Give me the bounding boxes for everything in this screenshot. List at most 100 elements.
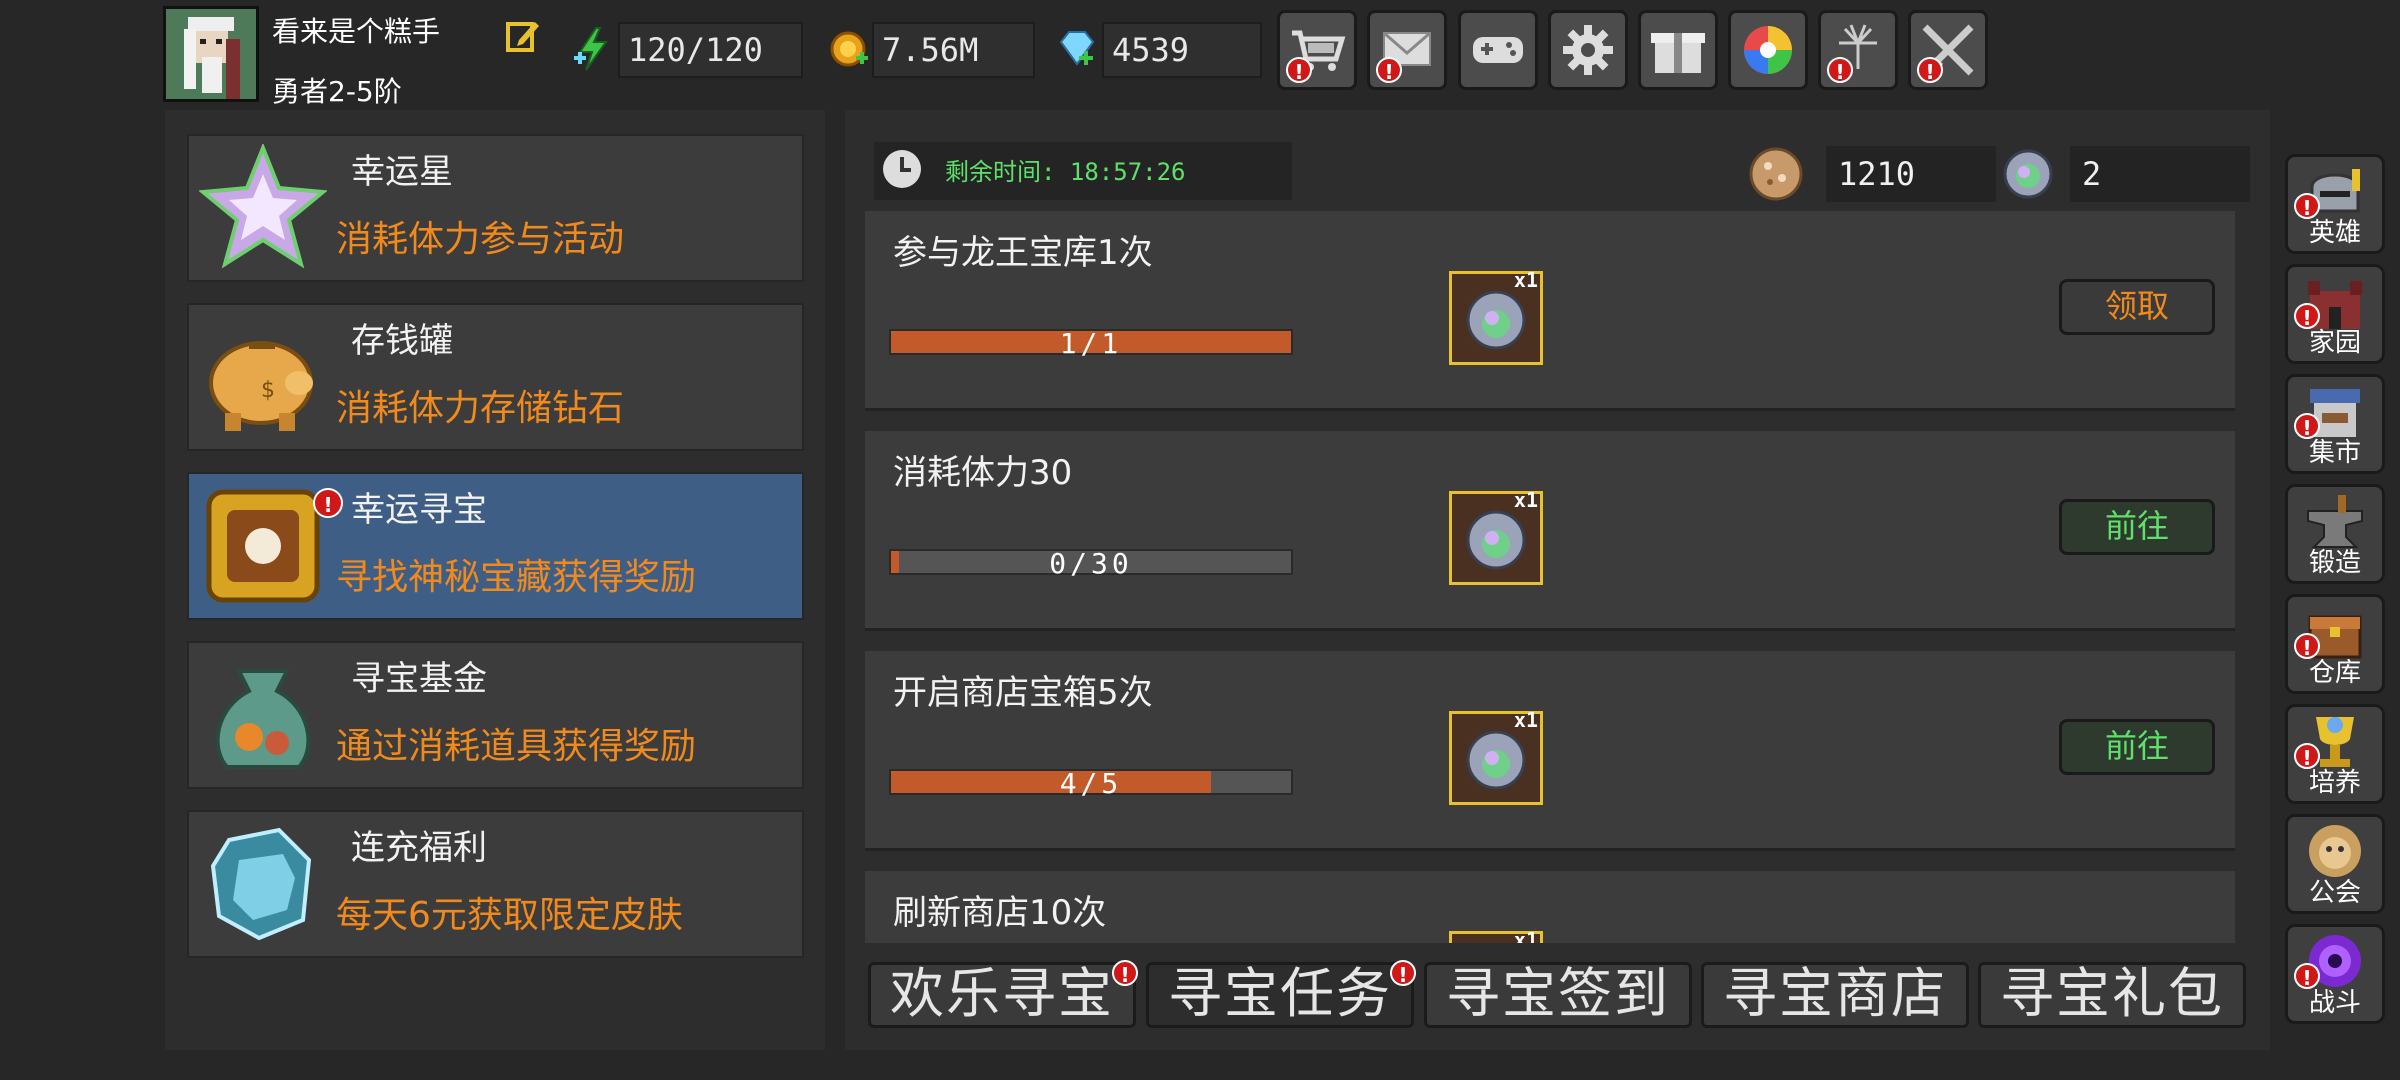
treasure-bag-icon bbox=[199, 651, 327, 779]
stamina-value: 120/120 bbox=[618, 22, 803, 78]
player-name: 看来是个糕手 bbox=[272, 15, 441, 48]
reward-count: x1 bbox=[1513, 708, 1538, 732]
tab-treasure-shop[interactable]: 寻宝商店 bbox=[1701, 962, 1969, 1028]
lottery-button[interactable] bbox=[1728, 10, 1808, 90]
event-title: 存钱罐 bbox=[351, 321, 453, 361]
progress-text: 0/30 bbox=[1049, 547, 1133, 580]
go-button[interactable]: 前往 bbox=[2059, 719, 2215, 775]
shop-button[interactable]: ! bbox=[1277, 10, 1357, 90]
reward-count: x1 bbox=[1513, 488, 1538, 512]
task-row: 参与龙王宝库1次 1/1 x1 领取 bbox=[865, 211, 2235, 411]
alert-badge: ! bbox=[1112, 960, 1138, 987]
event-card-lucky-treasure[interactable]: ! 幸运寻宝 寻找神秘宝藏获得奖励 bbox=[187, 472, 804, 620]
reward-item[interactable]: x1 bbox=[1449, 268, 1543, 365]
task-title: 消耗体力30 bbox=[893, 453, 1073, 493]
nav-label: 战斗 bbox=[2308, 988, 2361, 1018]
go-button[interactable]: 前往 bbox=[2059, 499, 2215, 555]
event-desc: 每天6元获取限定皮肤 bbox=[336, 895, 683, 936]
gold-value: 7.56M bbox=[872, 22, 1035, 78]
task-row: 消耗体力30 0/30 x1 前往 bbox=[865, 431, 2235, 631]
player-rank: 勇者2-5阶 bbox=[272, 75, 402, 108]
nav-hero[interactable]: ! 英雄 bbox=[2285, 154, 2385, 254]
nav-label: 集市 bbox=[2308, 438, 2361, 468]
clock-icon bbox=[880, 147, 924, 191]
task-row-clip: 刷新商店10次 x1 bbox=[865, 871, 2235, 943]
reward-item[interactable]: x1 bbox=[1449, 488, 1543, 585]
fireworks-button[interactable]: ! bbox=[1818, 10, 1898, 90]
treasure-box-icon bbox=[199, 482, 327, 610]
nav-label: 培养 bbox=[2308, 768, 2361, 798]
gamepad-button[interactable] bbox=[1458, 10, 1538, 90]
orb-count: 2 bbox=[2070, 146, 2250, 202]
event-desc: 通过消耗道具获得奖励 bbox=[336, 726, 697, 767]
progress-text: 1/1 bbox=[1059, 327, 1123, 360]
piggy-bank-icon: $ bbox=[199, 313, 327, 441]
progress-text: 4/5 bbox=[1059, 767, 1123, 800]
gamepad-icon bbox=[1473, 37, 1523, 63]
nav-guild[interactable]: 公会 bbox=[2285, 814, 2385, 914]
gear-icon bbox=[1563, 25, 1613, 75]
nav-label: 仓库 bbox=[2308, 658, 2361, 688]
event-card-treasure-fund[interactable]: 寻宝基金 通过消耗道具获得奖励 bbox=[187, 641, 804, 789]
task-row: 刷新商店10次 x1 bbox=[865, 871, 2235, 943]
alert-badge: ! bbox=[1286, 57, 1312, 84]
nav-warehouse[interactable]: ! 仓库 bbox=[2285, 594, 2385, 694]
event-desc: 寻找神秘宝藏获得奖励 bbox=[336, 557, 697, 598]
nav-market[interactable]: ! 集市 bbox=[2285, 374, 2385, 474]
event-title: 幸运寻宝 bbox=[351, 490, 487, 530]
event-desc: 消耗体力存储钻石 bbox=[336, 388, 625, 429]
nav-battle[interactable]: ! 战斗 bbox=[2285, 924, 2385, 1024]
task-title: 刷新商店10次 bbox=[893, 893, 1107, 933]
event-title: 幸运星 bbox=[351, 152, 453, 192]
svg-text:$: $ bbox=[261, 378, 275, 403]
cookie-count: 1210 bbox=[1826, 146, 1996, 202]
reward-count: x1 bbox=[1513, 928, 1538, 943]
edit-name-icon[interactable] bbox=[505, 18, 541, 54]
crystal-chest-icon bbox=[199, 820, 327, 948]
tab-treasure-checkin[interactable]: 寻宝签到 bbox=[1424, 962, 1692, 1028]
event-card-recharge-bonus[interactable]: 连充福利 每天6元获取限定皮肤 bbox=[187, 810, 804, 958]
nav-forge[interactable]: 锻造 bbox=[2285, 484, 2385, 584]
lucky-star-icon bbox=[197, 142, 329, 272]
lightning-plus-icon bbox=[570, 24, 614, 74]
nav-label: 公会 bbox=[2308, 878, 2361, 908]
alert-badge: ! bbox=[1917, 57, 1943, 84]
event-desc: 消耗体力参与活动 bbox=[336, 219, 625, 260]
alert-badge: ! bbox=[1827, 57, 1853, 84]
tab-treasure-tasks[interactable]: 寻宝任务 bbox=[1146, 962, 1414, 1028]
player-avatar[interactable] bbox=[163, 6, 259, 102]
event-title: 连充福利 bbox=[351, 828, 487, 868]
alert-badge: ! bbox=[1390, 960, 1416, 987]
nav-label: 家园 bbox=[2308, 328, 2361, 358]
nav-label: 锻造 bbox=[2308, 548, 2361, 578]
reward-item[interactable]: x1 bbox=[1449, 708, 1543, 805]
progress-bar: 1/1 bbox=[889, 327, 1293, 360]
remaining-time: 剩余时间: 18:57:26 bbox=[945, 158, 1186, 186]
event-card-piggy-bank[interactable]: $ 存钱罐 消耗体力存储钻石 bbox=[187, 303, 804, 451]
progress-bar: 4/5 bbox=[889, 767, 1293, 800]
tab-happy-treasure[interactable]: 欢乐寻宝 bbox=[868, 962, 1136, 1028]
event-card-lucky-star[interactable]: 幸运星 消耗体力参与活动 bbox=[187, 134, 804, 282]
diamond-plus-icon bbox=[1055, 24, 1099, 74]
progress-bar: 0/30 bbox=[889, 547, 1293, 580]
gold-coin-icon bbox=[826, 24, 870, 74]
settings-button[interactable] bbox=[1548, 10, 1628, 90]
task-row: 开启商店宝箱5次 4/5 x1 前往 bbox=[865, 651, 2235, 851]
task-title: 参与龙王宝库1次 bbox=[893, 233, 1153, 273]
alert-badge: ! bbox=[1376, 57, 1402, 84]
orb-icon bbox=[2000, 146, 2056, 202]
battle-button[interactable]: ! bbox=[1908, 10, 1988, 90]
diamond-value: 4539 bbox=[1102, 22, 1262, 78]
nav-home[interactable]: ! 家园 bbox=[2285, 264, 2385, 364]
event-title: 寻宝基金 bbox=[351, 659, 487, 699]
gift-button[interactable] bbox=[1638, 10, 1718, 90]
tab-treasure-pack[interactable]: 寻宝礼包 bbox=[1978, 962, 2246, 1028]
gift-icon bbox=[1651, 33, 1705, 73]
color-wheel-icon bbox=[1744, 26, 1792, 74]
task-title: 开启商店宝箱5次 bbox=[893, 673, 1153, 713]
mail-button[interactable]: ! bbox=[1367, 10, 1447, 90]
reward-item[interactable]: x1 bbox=[1449, 928, 1543, 943]
nav-label: 英雄 bbox=[2308, 218, 2361, 248]
claim-button[interactable]: 领取 bbox=[2059, 279, 2215, 335]
nav-train[interactable]: ! 培养 bbox=[2285, 704, 2385, 804]
